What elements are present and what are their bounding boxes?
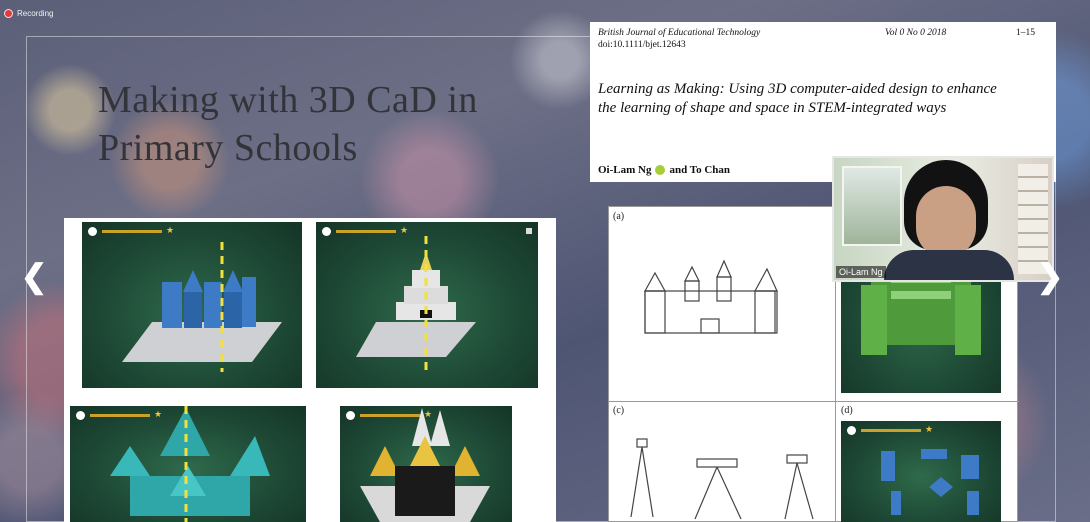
chevron-right-icon[interactable]: ❯: [1036, 256, 1064, 296]
orcid-icon: [655, 165, 666, 175]
image-tile-blue-pieces: ★: [841, 421, 1001, 522]
castle-sketch-a: [643, 259, 778, 334]
image-tile-teal-castle: ★: [70, 406, 306, 522]
participant-face: [916, 186, 976, 258]
sketch-c: [630, 438, 814, 520]
image-tile-grey-pyramid: ★: [316, 222, 538, 388]
journal-name: British Journal of Educational Technolog…: [598, 28, 761, 38]
journal-volume: Vol 0 No 0 2018: [885, 28, 947, 38]
figure-label-d: (d): [841, 405, 853, 416]
slide-title: Making with 3D CaD in Primary Schools: [98, 79, 478, 169]
screen-share-stage: Recording Making with 3D CaD in Primary …: [0, 0, 1090, 522]
image-tile-blue-castle: ★: [82, 222, 302, 388]
figure-divider: [609, 401, 1019, 402]
blue-castle-drawing: [122, 242, 282, 372]
author-name: Oi-Lam Ng: [598, 164, 652, 176]
gold-castle-drawing: [360, 408, 490, 522]
page-range: 1–15: [1016, 28, 1035, 38]
teal-castle-drawing: [110, 406, 270, 522]
grey-pyramid-drawing: [356, 236, 476, 372]
minecraft-images-panel: ★ ★ ★ ★: [64, 218, 556, 522]
blue-pieces-drawing: [881, 449, 979, 515]
article-title: Learning as Making: Using 3D computer-ai…: [598, 81, 997, 116]
recording-label: Recording: [17, 9, 54, 18]
image-tile-gold-castle: ★: [340, 406, 512, 522]
recording-indicator: Recording: [4, 9, 53, 18]
participant-name: Oi-Lam Ng: [836, 266, 886, 278]
record-dot-icon: [4, 9, 13, 18]
participant-body: [884, 250, 1014, 280]
chevron-left-icon[interactable]: ❮: [20, 256, 48, 296]
participant-video[interactable]: Oi-Lam Ng: [832, 156, 1054, 282]
article-authors: Oi-Lam Ng and To Chan: [598, 164, 730, 176]
doi: doi:10.1111/bjet.12643: [598, 40, 686, 50]
video-background-window: [842, 166, 902, 246]
author-connector: and To Chan: [669, 164, 731, 176]
